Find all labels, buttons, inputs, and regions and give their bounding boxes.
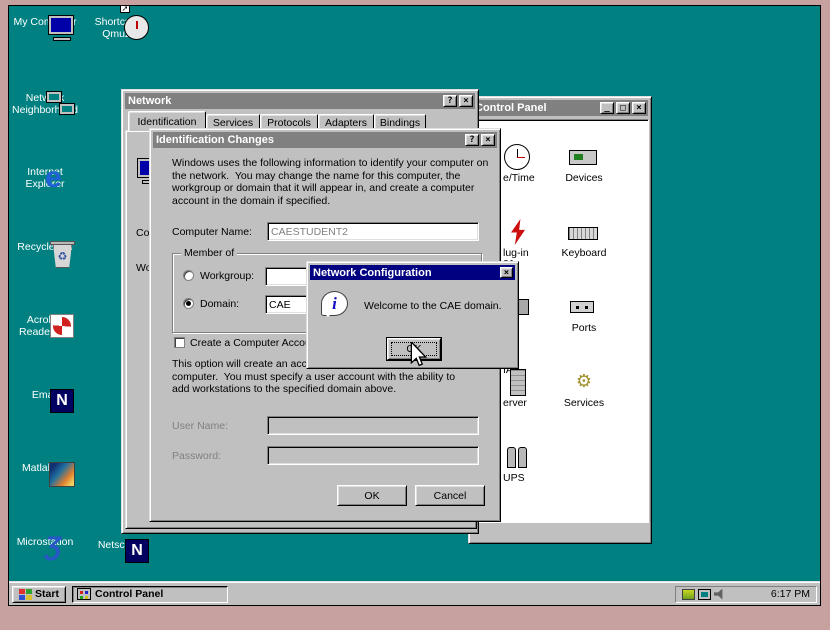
cp-item-ups[interactable]: UPS bbox=[503, 443, 549, 484]
msgbox-titlebar: Network Configuration × bbox=[310, 265, 515, 280]
shortcut-arrow-icon: ➚ bbox=[120, 5, 130, 13]
help-icon[interactable]: ? bbox=[465, 134, 479, 146]
member-of-legend: Member of bbox=[181, 247, 237, 259]
desktop-icon-microstation[interactable]: Ʒ Microstation bbox=[11, 533, 79, 548]
network-dialog-titlebar: Network ? × bbox=[125, 93, 475, 109]
identification-changes-titlebar: Identification Changes ? × bbox=[153, 132, 497, 148]
date-time-icon bbox=[503, 143, 535, 173]
cp-item-keyboard[interactable]: Keyboard bbox=[550, 218, 618, 259]
msgbox-message: Welcome to the CAE domain. bbox=[364, 300, 502, 312]
user-name-input bbox=[267, 416, 479, 435]
computer-name-input[interactable]: CAESTUDENT2 bbox=[267, 222, 479, 241]
ups-battery-icon bbox=[503, 443, 535, 473]
workgroup-radio-label: Workgroup: bbox=[200, 270, 254, 282]
create-account-checkbox[interactable] bbox=[174, 337, 185, 348]
cp-item-date-time[interactable]: e/Time bbox=[503, 143, 549, 184]
cp-item-services[interactable]: ⚙ Services bbox=[550, 368, 618, 409]
cancel-button[interactable]: Cancel bbox=[415, 485, 485, 506]
domain-radio-label: Domain: bbox=[200, 298, 239, 310]
domain-radio[interactable] bbox=[183, 298, 194, 309]
close-button[interactable]: × bbox=[632, 102, 646, 114]
desktop-icon-internet-explorer[interactable]: e Internet Explorer bbox=[11, 163, 79, 190]
cp-item-devices[interactable]: Devices bbox=[550, 143, 618, 184]
ports-icon bbox=[568, 293, 600, 323]
desktop: My Computer ➚ Shortcut to Qmuzik Network… bbox=[8, 5, 821, 606]
desktop-icon-network-neighborhood[interactable]: Network Neighborhood bbox=[11, 89, 79, 116]
identification-changes-title: Identification Changes bbox=[156, 134, 463, 146]
info-icon: i bbox=[321, 291, 348, 316]
server-icon bbox=[503, 368, 535, 398]
desktop-icon-email[interactable]: N Email bbox=[11, 386, 79, 401]
password-label: Password: bbox=[172, 450, 221, 462]
desktop-icon-recycle-bin[interactable]: ♻ Recycle Bin bbox=[11, 238, 79, 253]
control-panel-title: Control Panel bbox=[475, 102, 598, 114]
computer-name-label: Computer Name: bbox=[172, 226, 252, 238]
taskbar-task-control-panel[interactable]: Control Panel bbox=[72, 586, 228, 603]
close-icon[interactable]: × bbox=[481, 134, 495, 146]
mouse-cursor bbox=[410, 342, 427, 368]
display-settings-icon[interactable] bbox=[682, 589, 695, 600]
taskbar: Start Control Panel 6:17 PM bbox=[9, 582, 820, 605]
ok-button[interactable]: OK bbox=[337, 485, 407, 506]
lightning-icon bbox=[503, 218, 535, 248]
volume-icon[interactable] bbox=[714, 589, 726, 600]
keyboard-icon bbox=[568, 218, 600, 248]
system-tray: 6:17 PM bbox=[675, 586, 817, 603]
taskbar-clock[interactable]: 6:17 PM bbox=[771, 588, 810, 600]
desktop-icon-acrobat-reader[interactable]: Acrobat Reader 4.0 bbox=[11, 311, 79, 338]
cp-item-ports[interactable]: Ports bbox=[550, 293, 618, 334]
user-name-label: User Name: bbox=[172, 420, 228, 432]
password-input bbox=[267, 446, 479, 465]
start-button[interactable]: Start bbox=[12, 586, 66, 603]
close-icon[interactable]: × bbox=[459, 95, 473, 107]
workgroup-radio[interactable] bbox=[183, 270, 194, 281]
services-gears-icon: ⚙ bbox=[568, 368, 600, 398]
devices-icon bbox=[568, 143, 600, 173]
control-panel-icon bbox=[77, 588, 91, 600]
desktop-icon-shortcut-qmuzik[interactable]: ➚ Shortcut to Qmuzik bbox=[86, 13, 154, 40]
network-dialog-title: Network bbox=[128, 95, 441, 107]
identification-intro-text: Windows uses the following information t… bbox=[172, 157, 488, 207]
msgbox-title: Network Configuration bbox=[313, 267, 498, 279]
desktop-icon-matlab[interactable]: Matlab5.0 bbox=[11, 459, 79, 474]
close-icon[interactable]: × bbox=[500, 267, 513, 278]
cp-item-server[interactable]: erver bbox=[503, 368, 549, 409]
windows-logo-icon bbox=[19, 589, 32, 600]
network-status-icon[interactable] bbox=[698, 589, 711, 600]
desktop-icon-my-computer[interactable]: My Computer bbox=[11, 13, 79, 28]
maximize-button[interactable]: □ bbox=[616, 102, 630, 114]
control-panel-titlebar: Control Panel _ □ × bbox=[472, 100, 648, 116]
desktop-icon-netscape[interactable]: N Netscape bbox=[86, 536, 154, 551]
minimize-button[interactable]: _ bbox=[600, 102, 614, 114]
help-icon[interactable]: ? bbox=[443, 95, 457, 107]
